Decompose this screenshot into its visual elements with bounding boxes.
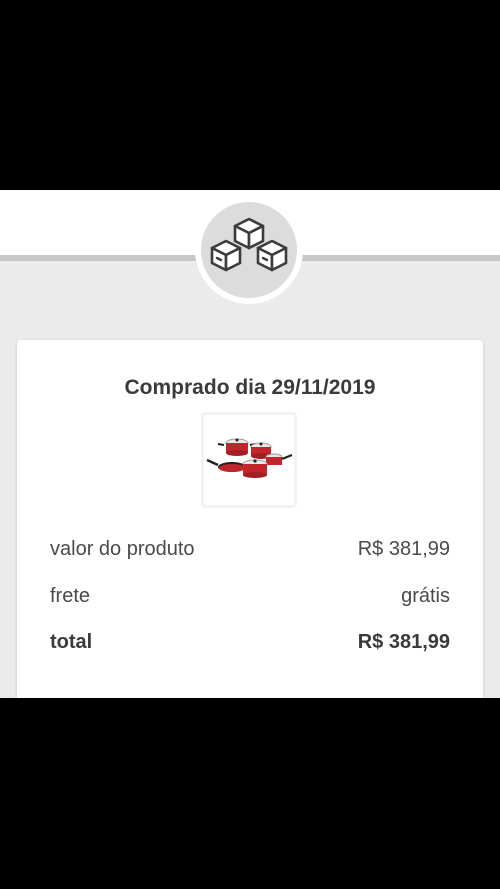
- row-label: valor do produto: [50, 538, 195, 560]
- product-thumbnail[interactable]: [201, 412, 297, 508]
- letterbox-bottom: [0, 698, 500, 889]
- summary-row-shipping: frete grátis: [50, 585, 450, 615]
- summary-row-total: total R$ 381,99: [50, 631, 450, 661]
- row-value: grátis: [401, 585, 450, 607]
- summary-row-product-value: valor do produto R$ 381,99: [50, 538, 450, 568]
- row-label: frete: [50, 585, 91, 607]
- purchase-date-title: Comprado dia 29/11/2019: [124, 376, 376, 399]
- order-screen: Comprado dia 29/11/2019 valor do produto…: [0, 190, 500, 698]
- letterbox-top: [0, 0, 500, 190]
- order-card: Comprado dia 29/11/2019 valor do produto…: [17, 340, 483, 698]
- row-value: R$ 381,99: [357, 631, 450, 653]
- divider-right: [300, 255, 500, 261]
- row-value: R$ 381,99: [357, 538, 450, 560]
- row-label: total: [50, 631, 93, 653]
- divider-left: [0, 255, 200, 261]
- boxes-icon: [210, 217, 288, 272]
- cookware-set-image: [206, 438, 293, 478]
